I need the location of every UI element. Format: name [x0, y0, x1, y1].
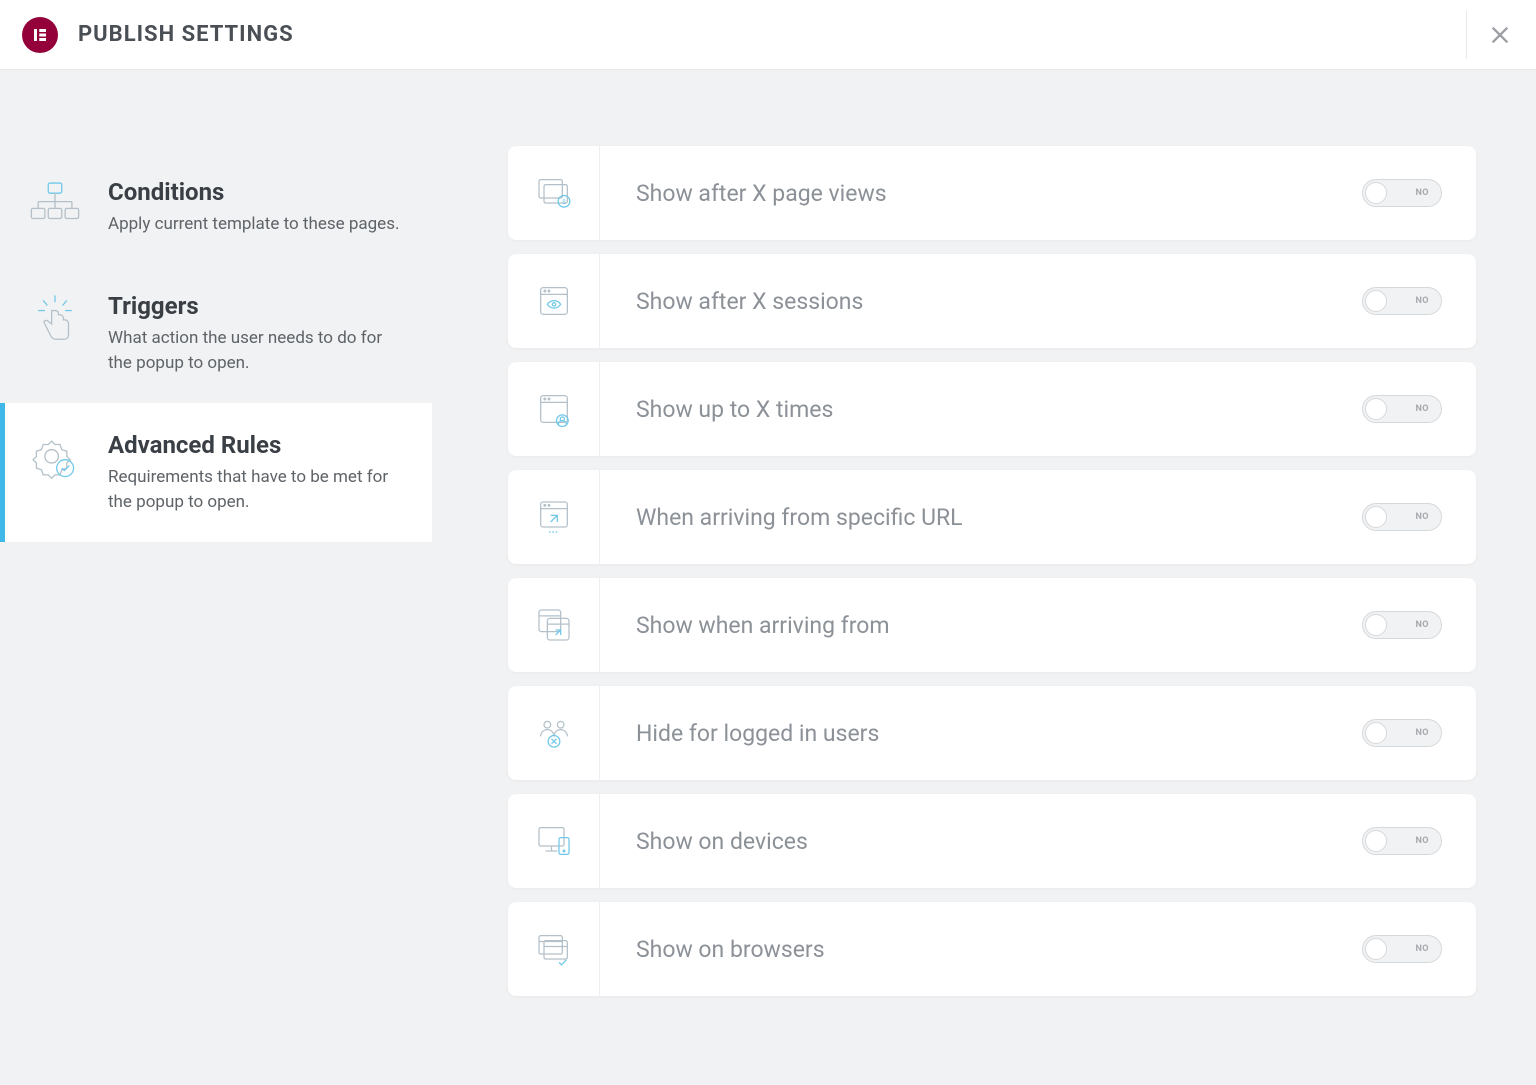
- rule-toggle[interactable]: NO: [1362, 287, 1442, 315]
- rule-toggle[interactable]: NO: [1362, 503, 1442, 531]
- sidebar-item-title: Advanced Rules: [108, 431, 406, 459]
- rule-label: Show up to X times: [600, 396, 1362, 423]
- rule-toggle[interactable]: NO: [1362, 179, 1442, 207]
- rule-label: Show after X page views: [600, 180, 1362, 207]
- toggle-knob: [1365, 722, 1387, 744]
- rule-label: Hide for logged in users: [600, 720, 1362, 747]
- x-times-icon: [508, 362, 600, 456]
- rule-specific-url: When arriving from specific URL NO: [508, 470, 1476, 564]
- conditions-icon: [26, 176, 84, 234]
- url-icon: [508, 470, 600, 564]
- rule-sessions: Show after X sessions NO: [508, 254, 1476, 348]
- toggle-text: NO: [1415, 512, 1429, 522]
- rule-toggle[interactable]: NO: [1362, 611, 1442, 639]
- sessions-icon: [508, 254, 600, 348]
- devices-icon: [508, 794, 600, 888]
- users-icon: [508, 686, 600, 780]
- header: PUBLISH SETTINGS: [0, 0, 1536, 70]
- rule-toggle[interactable]: NO: [1362, 827, 1442, 855]
- toggle-text: NO: [1415, 728, 1429, 738]
- rule-toggle[interactable]: NO: [1362, 395, 1442, 423]
- rule-arriving-from: Show when arriving from NO: [508, 578, 1476, 672]
- elementor-logo: [22, 17, 58, 53]
- toggle-knob: [1365, 830, 1387, 852]
- page-views-icon: $: [508, 146, 600, 240]
- toggle-text: NO: [1415, 836, 1429, 846]
- rule-browsers: Show on browsers NO: [508, 902, 1476, 996]
- sidebar-item-desc: Apply current template to these pages.: [108, 212, 406, 238]
- main-content: $ Show after X page views NO Show after …: [432, 70, 1536, 1085]
- sidebar-item-triggers[interactable]: Triggers What action the user needs to d…: [0, 264, 432, 403]
- browsers-icon: [508, 902, 600, 996]
- sidebar-item-title: Conditions: [108, 178, 406, 206]
- toggle-knob: [1365, 290, 1387, 312]
- toggle-knob: [1365, 938, 1387, 960]
- rule-toggle[interactable]: NO: [1362, 719, 1442, 747]
- advanced-rules-icon: [26, 429, 84, 487]
- rule-page-views: $ Show after X page views NO: [508, 146, 1476, 240]
- toggle-text: NO: [1415, 296, 1429, 306]
- sidebar-item-desc: Requirements that have to be met for the…: [108, 465, 406, 516]
- toggle-knob: [1365, 614, 1387, 636]
- toggle-knob: [1365, 506, 1387, 528]
- rule-label: Show when arriving from: [600, 612, 1362, 639]
- toggle-text: NO: [1415, 404, 1429, 414]
- sidebar-item-advanced-rules[interactable]: Advanced Rules Requirements that have to…: [0, 403, 432, 542]
- arriving-from-icon: [508, 578, 600, 672]
- toggle-text: NO: [1415, 620, 1429, 630]
- rule-label: Show after X sessions: [600, 288, 1362, 315]
- toggle-text: NO: [1415, 188, 1429, 198]
- close-icon: [1489, 24, 1511, 46]
- sidebar-item-title: Triggers: [108, 292, 406, 320]
- rule-label: When arriving from specific URL: [600, 504, 1362, 531]
- close-button[interactable]: [1466, 11, 1514, 59]
- toggle-knob: [1365, 182, 1387, 204]
- rule-label: Show on devices: [600, 828, 1362, 855]
- toggle-text: NO: [1415, 944, 1429, 954]
- sidebar-item-conditions[interactable]: Conditions Apply current template to the…: [0, 150, 432, 264]
- svg-text:$: $: [562, 198, 566, 206]
- sidebar: Conditions Apply current template to the…: [0, 70, 432, 1085]
- rule-devices: Show on devices NO: [508, 794, 1476, 888]
- rule-label: Show on browsers: [600, 936, 1362, 963]
- sidebar-item-desc: What action the user needs to do for the…: [108, 326, 406, 377]
- rule-list: $ Show after X page views NO Show after …: [508, 146, 1476, 996]
- rule-logged-in: Hide for logged in users NO: [508, 686, 1476, 780]
- rule-toggle[interactable]: NO: [1362, 935, 1442, 963]
- rule-x-times: Show up to X times NO: [508, 362, 1476, 456]
- page-title: PUBLISH SETTINGS: [78, 22, 294, 47]
- toggle-knob: [1365, 398, 1387, 420]
- triggers-icon: [26, 290, 84, 348]
